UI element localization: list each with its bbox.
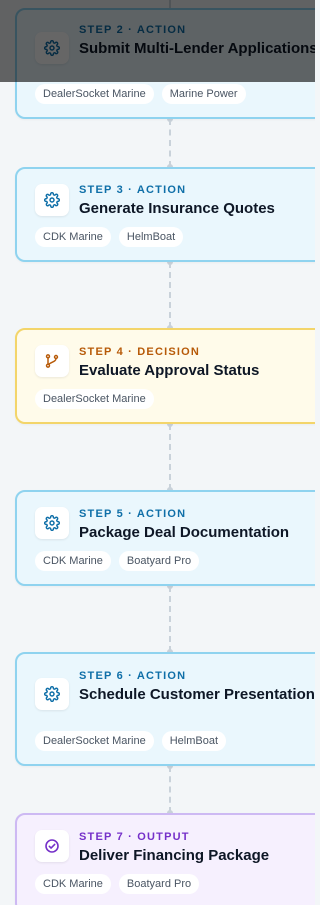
gear-icon — [44, 686, 60, 702]
connector-line — [169, 119, 171, 167]
step-title: Package Deal Documentation — [79, 524, 290, 541]
gear-icon — [44, 192, 60, 208]
connector-line — [169, 586, 171, 652]
step-title: Generate Insurance Quotes — [79, 200, 275, 217]
workflow-step-card[interactable]: STEP 7 · OUTPUT Deliver Financing Packag… — [15, 813, 315, 905]
connector-line — [169, 766, 171, 813]
step-title: Submit Multi-Lender Applications — [79, 40, 315, 57]
step-title: Schedule Customer Presentation — [79, 686, 315, 703]
step-label: STEP 6 · ACTION — [79, 670, 187, 682]
connector-line — [169, 262, 171, 328]
step-title: Evaluate Approval Status — [79, 362, 260, 379]
tool-tags: CDK Marine HelmBoat — [35, 227, 184, 247]
tool-tag: Marine Power — [161, 84, 246, 104]
step-icon-box — [35, 345, 69, 377]
step-title: Deliver Financing Package — [79, 847, 270, 864]
tool-tag: CDK Marine — [35, 551, 111, 571]
step-label: STEP 5 · ACTION — [79, 508, 187, 520]
workflow-canvas: STEP 2 · ACTION Submit Multi-Lender Appl… — [0, 0, 315, 905]
tool-tag: Boatyard Pro — [118, 874, 200, 894]
tool-tag: CDK Marine — [35, 227, 111, 247]
workflow-step-card[interactable]: STEP 2 · ACTION Submit Multi-Lender Appl… — [15, 8, 315, 119]
step-label: STEP 4 · DECISION — [79, 346, 201, 358]
step-icon-box — [35, 184, 69, 216]
workflow-step-card[interactable]: STEP 5 · ACTION Package Deal Documentati… — [15, 490, 315, 586]
step-icon-box — [35, 830, 69, 862]
step-icon-box — [35, 32, 69, 64]
step-icon-box — [35, 507, 69, 539]
tool-tag: HelmBoat — [118, 227, 184, 247]
connector-line — [169, 424, 171, 490]
step-label: STEP 7 · OUTPUT — [79, 831, 190, 843]
branch-icon — [45, 354, 59, 368]
step-label: STEP 2 · ACTION — [79, 24, 187, 36]
tool-tags: DealerSocket Marine Marine Power — [35, 84, 246, 104]
gear-icon — [44, 515, 60, 531]
step-icon-box — [35, 678, 69, 710]
tool-tags: DealerSocket Marine HelmBoat — [35, 731, 227, 751]
workflow-step-card[interactable]: STEP 4 · DECISION Evaluate Approval Stat… — [15, 328, 315, 424]
step-label: STEP 3 · ACTION — [79, 184, 187, 196]
tool-tag: DealerSocket Marine — [35, 84, 154, 104]
tool-tag: DealerSocket Marine — [35, 731, 154, 751]
workflow-step-card[interactable]: STEP 3 · ACTION Generate Insurance Quote… — [15, 167, 315, 262]
workflow-step-card[interactable]: STEP 6 · ACTION Schedule Customer Presen… — [15, 652, 315, 766]
tool-tag: DealerSocket Marine — [35, 389, 154, 409]
tool-tags: CDK Marine Boatyard Pro — [35, 874, 200, 894]
tool-tags: CDK Marine Boatyard Pro — [35, 551, 200, 571]
tool-tags: DealerSocket Marine — [35, 389, 154, 409]
check-circle-icon — [45, 839, 59, 853]
tool-tag: Boatyard Pro — [118, 551, 200, 571]
tool-tag: CDK Marine — [35, 874, 111, 894]
tool-tag: HelmBoat — [161, 731, 227, 751]
connector-line — [169, 0, 171, 8]
gear-icon — [44, 40, 60, 56]
